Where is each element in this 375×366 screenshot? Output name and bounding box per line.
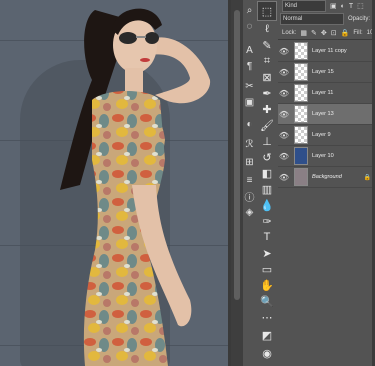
layer-thumbnail	[294, 105, 308, 123]
lock-brush-icon[interactable]: ✎	[311, 29, 317, 37]
eye-icon[interactable]: 👁	[278, 152, 290, 161]
lock-all-icon[interactable]: 🔒	[341, 29, 350, 37]
eye-icon[interactable]: 👁	[278, 68, 290, 77]
fill-label: Fill:	[353, 30, 363, 36]
quick-mask-icon[interactable]: ◉	[258, 344, 276, 362]
scissors-icon[interactable]: ✂	[243, 80, 256, 93]
layer-row[interactable]: 👁 Layer 9	[278, 125, 375, 146]
lock-row: Lock: ▦ ✎ ✥ ⊡ 🔒 Fill: 10	[278, 27, 375, 40]
eye-icon[interactable]: 👁	[278, 173, 290, 182]
search-icon[interactable]: ⌕	[243, 4, 256, 17]
eye-icon[interactable]: 👁	[278, 131, 290, 140]
eye-icon[interactable]: 👁	[278, 47, 290, 56]
layer-name: Layer 9	[312, 132, 331, 138]
filter-shape-icon[interactable]: ⬚	[357, 2, 364, 10]
blend-mode-label: Normal	[283, 16, 303, 22]
lock-icon: 🔒	[363, 174, 371, 181]
glyph-icon[interactable]: ℛ	[243, 138, 256, 151]
blend-mode-select[interactable]: Normal	[280, 13, 344, 25]
marquee-icon[interactable]: ⬚	[257, 1, 277, 21]
chat-icon[interactable]: ◌	[243, 20, 256, 33]
paragraph-icon[interactable]: ¶	[243, 60, 256, 73]
filter-adjust-icon[interactable]: ◐	[341, 3, 345, 10]
more-icon[interactable]: ⋯	[258, 308, 276, 326]
layer-thumbnail	[294, 147, 308, 165]
layer-thumbnail	[294, 126, 308, 144]
layer-name: Layer 11 copy	[312, 48, 347, 54]
character-icon[interactable]: A	[243, 44, 256, 57]
layer-row[interactable]: 👁 Layer 13	[278, 104, 375, 125]
layers-icon[interactable]: ◈	[243, 206, 256, 219]
info-icon[interactable]: ⓘ	[243, 190, 256, 204]
layer-name: Layer 13	[312, 111, 334, 117]
layer-row[interactable]: 👁 Layer 11 copy	[278, 41, 375, 62]
filter-kind-label: Kind	[285, 3, 298, 9]
grid-icon[interactable]: ⊞	[243, 156, 256, 169]
layer-name: Layer 15	[312, 69, 334, 75]
panel-icon-strip: ⌕ ◌ A ¶ ✂ ▣ ◐ ℛ ⊞ ≡ ⓘ ◈	[243, 0, 257, 366]
layers-panel: Kind ▣ ◐ T ⬚ Normal Opacity: Lock: ▦ ✎ ✥…	[278, 0, 375, 366]
lock-artboard-icon[interactable]: ⊡	[331, 29, 337, 37]
layer-filter-row: Kind ▣ ◐ T ⬚	[278, 0, 375, 12]
layer-thumbnail	[294, 84, 308, 102]
filter-kind-select[interactable]: Kind	[282, 0, 326, 12]
tools-panel: ⬚ ℓ ✎ ⌗ ⊠ ✒ ✚ 🖌 ⊥ ↺ ◧ ▥ 💧 ✑ T ➤ ▭ ✋ 🔍 ⋯ …	[256, 0, 279, 366]
layer-name: Background	[312, 174, 342, 180]
layer-name: Layer 11	[312, 90, 334, 96]
layer-row[interactable]: 👁 Layer 10	[278, 146, 375, 167]
model-photo	[60, 8, 211, 366]
filter-type-icon[interactable]: T	[349, 3, 353, 10]
blend-row: Normal Opacity:	[278, 13, 375, 25]
eye-icon[interactable]: 👁	[278, 110, 290, 119]
lock-move-icon[interactable]: ✥	[321, 29, 327, 37]
scrollbar-thumb[interactable]	[234, 10, 240, 300]
canvas-scrollbar[interactable]	[231, 0, 243, 366]
lock-pixels-icon[interactable]: ▦	[300, 29, 307, 37]
layer-row[interactable]: 👁 Background 🔒	[278, 167, 375, 188]
adjust-icon[interactable]: ◐	[243, 118, 256, 131]
layer-thumbnail	[294, 42, 308, 60]
layer-row[interactable]: 👁 Layer 15	[278, 62, 375, 83]
layer-row[interactable]: 👁 Layer 11	[278, 83, 375, 104]
sliders-icon[interactable]: ≡	[243, 174, 256, 187]
document-canvas[interactable]	[0, 0, 228, 366]
opacity-label: Opacity:	[348, 16, 371, 22]
color-swatches-icon[interactable]: ◩	[258, 326, 276, 344]
layer-name: Layer 10	[312, 153, 334, 159]
navigator-icon[interactable]: ▣	[243, 96, 256, 109]
lock-label: Lock:	[282, 30, 297, 36]
layers-list: 👁 Layer 11 copy 👁 Layer 15 👁 Layer 11 👁 …	[278, 41, 375, 188]
eye-icon[interactable]: 👁	[278, 89, 290, 98]
layer-thumbnail	[294, 63, 308, 81]
layer-thumbnail	[294, 168, 308, 186]
filter-pixel-icon[interactable]: ▣	[330, 2, 337, 10]
